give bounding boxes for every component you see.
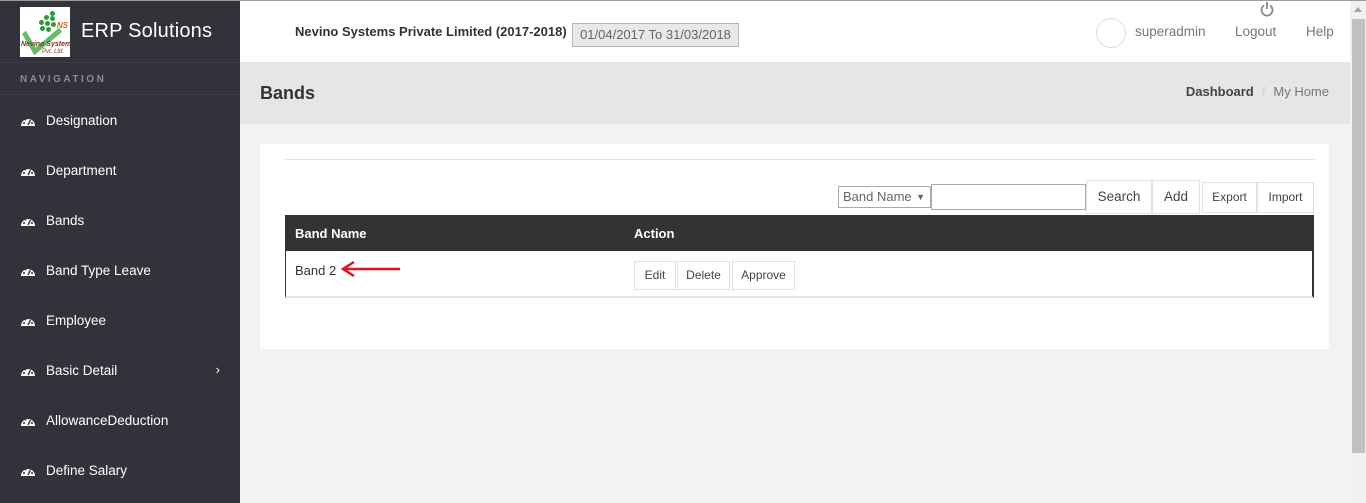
chevron-right-icon: › xyxy=(215,362,220,377)
sidebar-item-band-type-leave[interactable]: Band Type Leave xyxy=(0,245,240,295)
dashboard-gauge-icon xyxy=(20,165,36,177)
breadcrumb-my-home: My Home xyxy=(1273,84,1329,99)
sidebar-item-label: Employee xyxy=(46,312,107,328)
sidebar-item-label: Define Salary xyxy=(46,462,128,478)
dashboard-gauge-icon xyxy=(20,265,36,277)
breadcrumb: Dashboard / My Home xyxy=(1186,84,1329,99)
sidebar-item-allowancededuction[interactable]: AllowanceDeduction xyxy=(0,395,240,445)
column-header-action: Action xyxy=(634,225,675,241)
divider xyxy=(285,159,1315,160)
brand: NS Nevino Systems Pvt. Ltd. ERP Solution… xyxy=(0,1,240,63)
page-title: Bands xyxy=(260,83,316,103)
power-icon[interactable] xyxy=(1259,1,1275,17)
dropdown-arrow-icon: ▼ xyxy=(916,192,925,202)
breadcrumb-separator: / xyxy=(1261,84,1266,99)
sidebar-item-label: Designation xyxy=(46,112,118,128)
dashboard-gauge-icon xyxy=(20,465,36,477)
scrollbar-thumb[interactable] xyxy=(1352,19,1365,453)
nav-header: NAVIGATION xyxy=(0,63,240,95)
sidebar-item-label: Basic Detail xyxy=(46,362,118,378)
dashboard-gauge-icon xyxy=(20,215,36,227)
help-link[interactable]: Help xyxy=(1306,24,1334,39)
financial-year-button[interactable]: 01/04/2017 To 31/03/2018 xyxy=(572,23,739,47)
table-row: Band 2 Edit Delete Approve xyxy=(285,251,1314,298)
logo-line2: Pvt. Ltd. xyxy=(42,48,65,55)
topbar: Nevino Systems Private Limited (2017-201… xyxy=(240,1,1350,62)
sidebar-item-basic-detail[interactable]: Basic Detail › xyxy=(0,345,240,395)
delete-button[interactable]: Delete xyxy=(677,261,730,290)
approve-button[interactable]: Approve xyxy=(732,261,795,290)
add-button[interactable]: Add xyxy=(1152,180,1200,214)
logo-line1: Nevino Systems xyxy=(21,40,70,48)
dashboard-gauge-icon xyxy=(20,315,36,327)
dashboard-gauge-icon xyxy=(20,365,36,377)
band-name-cell: Band 2 xyxy=(295,263,337,278)
sidebar-item-employee[interactable]: Employee xyxy=(0,295,240,345)
sidebar-item-define-salary[interactable]: Define Salary xyxy=(0,445,240,495)
table-header: Band Name Action xyxy=(285,215,1314,251)
company-logo[interactable]: NS Nevino Systems Pvt. Ltd. xyxy=(20,6,70,57)
sidebar-item-label: Department xyxy=(46,162,117,178)
import-button[interactable]: Import xyxy=(1257,182,1314,213)
user-menu[interactable]: superadmin xyxy=(1135,24,1206,39)
sidebar-item-label: AllowanceDeduction xyxy=(46,412,169,428)
bands-table: Band Name Action Band 2 Edit Delete Appr… xyxy=(285,215,1314,298)
logo-mark: NS xyxy=(56,20,68,30)
filter-field-select[interactable]: Band Name ▼ xyxy=(838,186,931,208)
nav-list: Designation Department Bands Band Type Leav… xyxy=(0,95,240,495)
company-name: Nevino Systems Private Limited (2017-201… xyxy=(295,24,567,39)
dashboard-gauge-icon xyxy=(20,415,36,427)
avatar[interactable] xyxy=(1096,18,1126,48)
export-button[interactable]: Export xyxy=(1202,182,1257,213)
app-title: ERP Solutions xyxy=(81,20,213,42)
sidebar-item-designation[interactable]: Designation xyxy=(0,95,240,145)
sidebar-item-label: Bands xyxy=(46,212,85,228)
sidebar-item-label: Band Type Leave xyxy=(46,262,151,278)
logout-link[interactable]: Logout xyxy=(1235,24,1276,39)
column-header-band-name: Band Name xyxy=(295,225,367,241)
edit-button[interactable]: Edit xyxy=(634,261,676,290)
search-button[interactable]: Search xyxy=(1086,180,1152,214)
sidebar: NS Nevino Systems Pvt. Ltd. ERP Solution… xyxy=(0,1,240,503)
scroll-up-arrow-icon[interactable] xyxy=(1354,7,1362,12)
vertical-scrollbar[interactable] xyxy=(1350,1,1366,503)
filter-field-value: Band Name xyxy=(843,189,912,204)
search-input[interactable] xyxy=(931,184,1086,210)
content-panel: Band Name ▼ Search Add Export Import Ban… xyxy=(260,144,1329,349)
sidebar-item-department[interactable]: Department xyxy=(0,145,240,195)
sidebar-item-bands[interactable]: Bands xyxy=(0,195,240,245)
breadcrumb-dashboard[interactable]: Dashboard xyxy=(1186,84,1254,99)
red-arrow-annotation xyxy=(340,261,400,277)
page-header: Bands Dashboard / My Home xyxy=(240,62,1350,124)
dashboard-gauge-icon xyxy=(20,115,36,127)
